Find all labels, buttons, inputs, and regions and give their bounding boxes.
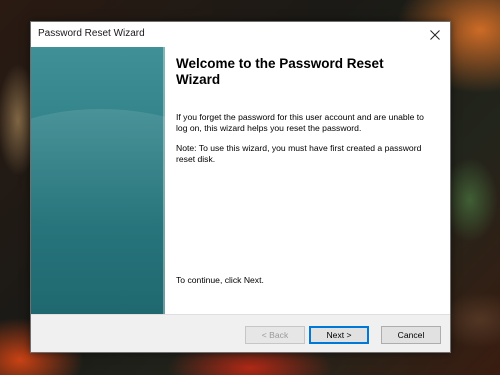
button-bar: < Back Next > Cancel xyxy=(31,314,450,352)
note-text: Note: To use this wizard, you must have … xyxy=(176,143,422,164)
intro-text: If you forget the password for this user… xyxy=(176,112,424,133)
back-button[interactable]: < Back xyxy=(245,326,305,344)
title-bar[interactable]: Password Reset Wizard xyxy=(31,22,450,47)
window-title: Password Reset Wizard xyxy=(38,28,145,39)
page-title: Welcome to the Password Reset Wizard xyxy=(176,56,384,87)
cancel-button[interactable]: Cancel xyxy=(381,326,441,344)
sidebar-decoration xyxy=(31,109,165,229)
next-button[interactable]: Next > xyxy=(309,326,369,344)
close-icon xyxy=(430,29,440,40)
sidebar-divider xyxy=(163,47,165,314)
wizard-content: Welcome to the Password Reset Wizard If … xyxy=(176,52,441,314)
wizard-sidebar-banner xyxy=(31,47,165,314)
close-button[interactable] xyxy=(420,22,450,47)
wizard-window: Password Reset Wizard Welcome to the Pas… xyxy=(30,21,451,353)
continue-instruction: To continue, click Next. xyxy=(176,275,264,285)
